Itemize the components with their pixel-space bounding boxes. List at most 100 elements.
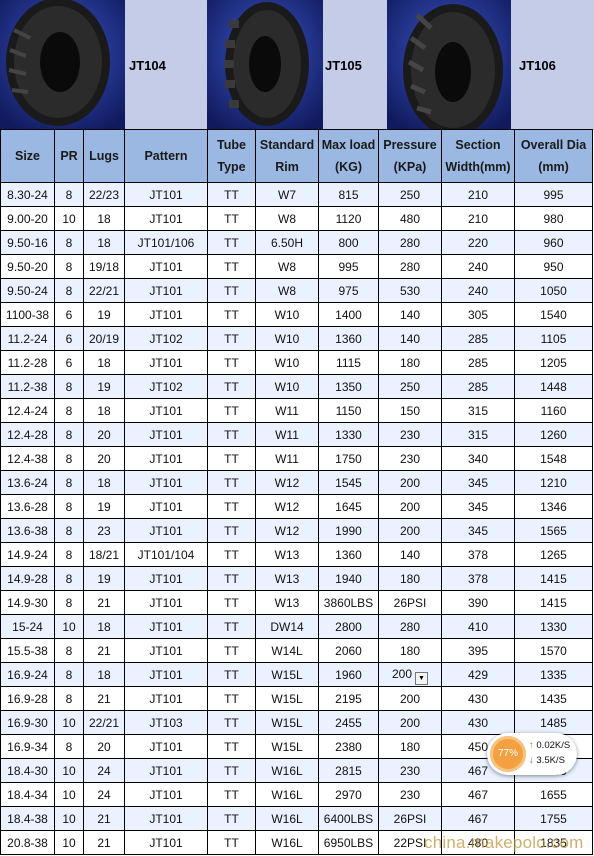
- cell-lugs: 23: [83, 518, 125, 543]
- cell-section-width: 240: [441, 254, 515, 279]
- cell-standard-rim: W15L: [255, 686, 319, 711]
- cell-max-load: 6400LBS: [318, 806, 379, 831]
- cell-pr: 8: [54, 638, 84, 663]
- cell-standard-rim: W10: [255, 326, 319, 351]
- cell-pattern: JT101: [124, 782, 208, 807]
- cell-standard-rim: W12: [255, 494, 319, 519]
- chevron-down-icon[interactable]: ▼: [415, 671, 429, 685]
- cell-overall-dia: 1105: [514, 326, 593, 351]
- cell-section-width: 240: [441, 278, 515, 303]
- cell-size: 12.4-28: [0, 422, 55, 447]
- table-row: 11.2-28 6 18 JT101 TT W10 1115 180 285 1205: [0, 350, 593, 375]
- cell-pr: 8: [54, 734, 84, 759]
- cell-size: 18.4-38: [0, 806, 55, 831]
- table-row: 11.2-24 6 20/19 JT102 TT W10 1360 140 285 1105: [0, 326, 593, 351]
- cell-pattern: JT101: [124, 830, 208, 855]
- header-pressure: Pressure (KPa): [378, 129, 442, 183]
- cell-max-load: 2455: [318, 710, 379, 735]
- cell-pressure: 200: [378, 518, 442, 543]
- cell-overall-dia: 1265: [514, 542, 593, 567]
- cell-section-width: 429: [441, 662, 515, 687]
- cell-size: 14.9-24: [0, 542, 55, 567]
- upload-arrow-icon: ↑: [529, 740, 534, 751]
- cell-overall-dia: 1485: [514, 710, 593, 735]
- cell-lugs: 18: [83, 470, 125, 495]
- cell-max-load: 995: [318, 254, 379, 279]
- cell-pressure: 230: [378, 422, 442, 447]
- cell-pattern: JT103: [124, 710, 208, 735]
- product-label-2: JT105: [323, 0, 387, 130]
- cell-tube-type: TT: [207, 254, 256, 279]
- tire-photo-jt105: [207, 0, 323, 130]
- cell-lugs: 21: [83, 830, 125, 855]
- cell-tube-type: TT: [207, 398, 256, 423]
- cell-pattern: JT101/104: [124, 542, 208, 567]
- cell-section-width: 210: [441, 182, 515, 207]
- cell-max-load: 1960: [318, 662, 379, 687]
- header-rim-line1: Standard: [259, 138, 315, 152]
- cell-pressure: 140: [378, 326, 442, 351]
- cell-pattern: JT101: [124, 182, 208, 207]
- cell-overall-dia: 1415: [514, 590, 593, 615]
- cell-section-width: 467: [441, 782, 515, 807]
- cell-lugs: 20: [83, 422, 125, 447]
- cell-standard-rim: W16L: [255, 758, 319, 783]
- cell-pr: 10: [54, 206, 84, 231]
- cell-overall-dia: 1570: [514, 638, 593, 663]
- cell-pressure: 280: [378, 254, 442, 279]
- header-tube-type: Tube Type: [207, 129, 256, 183]
- cell-max-load: 1545: [318, 470, 379, 495]
- cell-overall-dia: 995: [514, 182, 593, 207]
- cell-standard-rim: W12: [255, 470, 319, 495]
- cell-max-load: 800: [318, 230, 379, 255]
- cell-pressure: 180: [378, 350, 442, 375]
- cell-max-load: 1360: [318, 542, 379, 567]
- cell-pr: 8: [54, 590, 84, 615]
- cell-max-load: 1940: [318, 566, 379, 591]
- cell-pattern: JT101: [124, 806, 208, 831]
- cell-section-width: 285: [441, 374, 515, 399]
- cell-pressure: 26PSI: [378, 806, 442, 831]
- cell-max-load: 1750: [318, 446, 379, 471]
- cell-lugs: 21: [83, 806, 125, 831]
- table-row: 9.00-20 10 18 JT101 TT W8 1120 480 210 980: [0, 206, 593, 231]
- cell-size: 18.4-34: [0, 782, 55, 807]
- cell-overall-dia: 1448: [514, 374, 593, 399]
- cell-pr: 8: [54, 422, 84, 447]
- cell-tube-type: TT: [207, 806, 256, 831]
- cell-standard-rim: W13: [255, 542, 319, 567]
- header-section-line2: Width(mm): [445, 160, 511, 174]
- table-row: 9.50-24 8 22/21 JT101 TT W8 975 530 240 1050: [0, 278, 593, 303]
- cell-pattern: JT101: [124, 566, 208, 591]
- cell-lugs: 19/18: [83, 254, 125, 279]
- cell-pattern: JT101: [124, 686, 208, 711]
- cell-pattern: JT101: [124, 470, 208, 495]
- cell-standard-rim: W10: [255, 302, 319, 327]
- cell-pr: 8: [54, 470, 84, 495]
- product-label-1: JT104: [125, 0, 207, 130]
- cell-section-width: 210: [441, 206, 515, 231]
- cell-pattern: JT101: [124, 302, 208, 327]
- cell-pattern: JT101: [124, 638, 208, 663]
- cell-tube-type: TT: [207, 302, 256, 327]
- cell-pattern: JT101: [124, 518, 208, 543]
- cell-pressure: 200: [378, 710, 442, 735]
- cell-tube-type: TT: [207, 662, 256, 687]
- network-speed-widget[interactable]: 77% ↑ 0.02K/S ↓ 3.5K/S: [487, 733, 577, 775]
- header-max-load: Max load (KG): [318, 129, 379, 183]
- header-load-line2: (KG): [334, 160, 363, 174]
- header-pattern: Pattern: [124, 129, 208, 183]
- cell-overall-dia: 1260: [514, 422, 593, 447]
- cell-size: 8.30-24: [0, 182, 55, 207]
- cell-lugs: 19: [83, 302, 125, 327]
- cell-pr: 6: [54, 326, 84, 351]
- cell-pressure: 230: [378, 758, 442, 783]
- cell-pattern: JT101: [124, 398, 208, 423]
- cell-overall-dia: 1160: [514, 398, 593, 423]
- cell-tube-type: TT: [207, 182, 256, 207]
- cell-section-width: 395: [441, 638, 515, 663]
- cell-lugs: 18: [83, 230, 125, 255]
- cell-standard-rim: W14L: [255, 638, 319, 663]
- cell-section-width: 430: [441, 686, 515, 711]
- cell-tube-type: TT: [207, 446, 256, 471]
